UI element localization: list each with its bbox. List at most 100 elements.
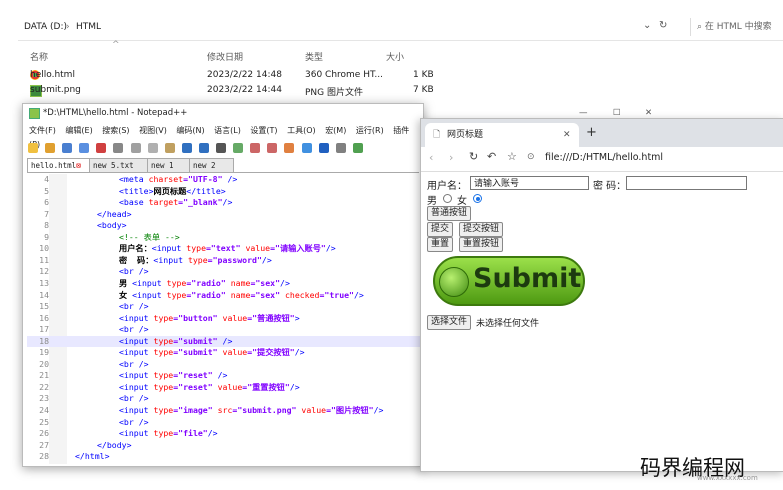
column-date[interactable]: 修改日期 bbox=[207, 50, 243, 63]
search-input[interactable]: ⌕ 在 HTML 中搜索 bbox=[690, 18, 783, 36]
search-placeholder: 在 HTML 中搜索 bbox=[704, 22, 772, 32]
column-size[interactable]: 大小 bbox=[386, 50, 404, 63]
show-all-icon[interactable] bbox=[335, 143, 346, 153]
code-text: 男 <input type="radio" name="sex"/> bbox=[119, 278, 290, 290]
reset-button[interactable]: 重置 bbox=[427, 237, 454, 252]
back-icon[interactable]: ‹ bbox=[429, 151, 433, 164]
menu-file[interactable]: 文件(F) bbox=[29, 126, 56, 135]
forward-icon[interactable]: › bbox=[449, 151, 453, 164]
normal-button[interactable]: 普通按钮 bbox=[427, 206, 472, 221]
menu-edit[interactable]: 编辑(E) bbox=[65, 126, 92, 135]
code-line[interactable]: 11 密 码：<input type="password"/> bbox=[27, 255, 421, 267]
breadcrumb-drive[interactable]: DATA (D:) bbox=[24, 22, 67, 32]
undo-close-icon[interactable]: ↶ bbox=[487, 150, 496, 163]
code-line[interactable]: 27 </body> bbox=[27, 440, 421, 452]
choose-file-button[interactable]: 选择文件 bbox=[427, 315, 472, 330]
username-input[interactable]: 请输入账号 bbox=[470, 176, 589, 190]
code-line[interactable]: 5 <title>网页标题</title> bbox=[27, 186, 421, 198]
code-line[interactable]: 14 女 <input type="radio" name="sex" check… bbox=[27, 290, 421, 302]
reset-button-2[interactable]: 重置按钮 bbox=[459, 237, 504, 252]
zoom-out-icon[interactable] bbox=[267, 143, 278, 153]
find-icon[interactable] bbox=[216, 143, 227, 153]
menu-settings[interactable]: 设置(T) bbox=[250, 126, 277, 135]
cut-icon[interactable] bbox=[130, 143, 141, 153]
line-number: 12 bbox=[39, 266, 49, 277]
word-wrap-icon[interactable] bbox=[301, 143, 312, 153]
code-line[interactable]: 24 <input type="image" src="submit.png" v… bbox=[27, 405, 421, 417]
code-line[interactable]: 17 <br /> bbox=[27, 324, 421, 336]
code-line[interactable]: 28 </html> bbox=[27, 451, 421, 463]
code-line[interactable]: 8 <body> bbox=[27, 220, 421, 232]
copy-icon[interactable] bbox=[147, 143, 158, 153]
code-line[interactable]: 15 <br /> bbox=[27, 301, 421, 313]
url-text[interactable]: file:///D:/HTML/hello.html bbox=[545, 152, 663, 163]
code-line[interactable]: 4 <meta charset="UTF-8" /> bbox=[27, 174, 421, 186]
save-all-icon[interactable] bbox=[79, 143, 90, 153]
tab-new5[interactable]: new 5.txt bbox=[89, 158, 150, 172]
site-info-icon[interactable]: ⊙ bbox=[527, 152, 535, 162]
column-type[interactable]: 类型 bbox=[305, 50, 323, 63]
tab-new2[interactable]: new 2 bbox=[189, 158, 234, 172]
submit-button[interactable]: 提交 bbox=[427, 222, 454, 237]
code-text: </body> bbox=[97, 440, 132, 452]
image-submit-button[interactable]: Submit bbox=[433, 256, 585, 306]
menu-encoding[interactable]: 编码(N) bbox=[176, 126, 204, 135]
close-tab-icon[interactable]: ⊠ bbox=[76, 161, 81, 170]
zoom-in-icon[interactable] bbox=[250, 143, 261, 153]
code-line[interactable]: 26 <input type="file"/> bbox=[27, 428, 421, 440]
menu-run[interactable]: 运行(R) bbox=[356, 126, 384, 135]
undo-icon[interactable] bbox=[181, 143, 192, 153]
code-line[interactable]: 7 </head> bbox=[27, 209, 421, 221]
code-line[interactable]: 19 <input type="submit" value="提交按钮"/> bbox=[27, 347, 421, 359]
file-row[interactable]: hello.html 2023/2/22 14:48 360 Chrome HT… bbox=[18, 70, 448, 84]
code-editor[interactable]: 4 <meta charset="UTF-8" /> 5 <title>网页标题</t… bbox=[27, 174, 421, 464]
open-file-icon[interactable] bbox=[45, 143, 56, 153]
code-line[interactable]: 13 男 <input type="radio" name="sex"/> bbox=[27, 278, 421, 290]
male-radio[interactable] bbox=[443, 194, 452, 203]
paste-icon[interactable] bbox=[164, 143, 175, 153]
breadcrumb-folder[interactable]: HTML bbox=[76, 22, 101, 32]
tab-hello-html[interactable]: hello.html⊠ bbox=[27, 158, 92, 172]
password-input[interactable] bbox=[626, 176, 747, 190]
code-line[interactable]: 18 <input type="submit" /> bbox=[27, 335, 421, 348]
code-line[interactable]: 10 用户名：<input type="text" value="请输入账号"/> bbox=[27, 243, 421, 255]
menu-view[interactable]: 视图(V) bbox=[139, 126, 167, 135]
tab-new1[interactable]: new 1 bbox=[147, 158, 192, 172]
code-token: <br /> bbox=[119, 324, 149, 335]
close-tab-icon[interactable]: ✕ bbox=[563, 123, 571, 147]
menu-search[interactable]: 搜索(S) bbox=[102, 126, 129, 135]
replace-icon[interactable] bbox=[233, 143, 244, 153]
code-line[interactable]: 21 <input type="reset" /> bbox=[27, 370, 421, 382]
browser-tab[interactable]: 🗋 网页标题 ✕ bbox=[425, 123, 579, 147]
print-icon[interactable] bbox=[113, 143, 124, 153]
macro-record-icon[interactable] bbox=[352, 143, 363, 153]
code-line[interactable]: 25 <br /> bbox=[27, 417, 421, 429]
column-name[interactable]: 名称 bbox=[30, 50, 48, 63]
female-radio[interactable] bbox=[473, 194, 482, 203]
code-token: type bbox=[153, 347, 174, 358]
code-line[interactable]: 23 <br /> bbox=[27, 393, 421, 405]
reload-icon[interactable]: ↻ bbox=[469, 150, 478, 163]
new-tab-icon[interactable]: + bbox=[586, 125, 597, 140]
submit-button-2[interactable]: 提交按钮 bbox=[459, 222, 504, 237]
close-file-icon[interactable] bbox=[96, 143, 107, 153]
code-line[interactable]: 16 <input type="button" value="普通按钮"> bbox=[27, 313, 421, 325]
code-line[interactable]: 20 <br /> bbox=[27, 359, 421, 371]
bookmark-star-icon[interactable]: ☆ bbox=[507, 150, 517, 163]
sync-scroll-icon[interactable] bbox=[284, 143, 295, 153]
refresh-icon[interactable]: ↻ bbox=[659, 20, 667, 31]
code-line[interactable]: 12 <br /> bbox=[27, 266, 421, 278]
file-row[interactable]: submit.png 2023/2/22 14:44 PNG 图片文件 7 KB bbox=[18, 85, 448, 99]
new-file-icon[interactable] bbox=[28, 143, 38, 153]
menu-language[interactable]: 语言(L) bbox=[214, 126, 241, 135]
indent-guide-icon[interactable] bbox=[318, 143, 329, 153]
menu-macro[interactable]: 宏(M) bbox=[325, 126, 346, 135]
menu-tools[interactable]: 工具(O) bbox=[287, 126, 316, 135]
save-icon[interactable] bbox=[62, 143, 73, 153]
redo-icon[interactable] bbox=[198, 143, 209, 153]
code-line[interactable]: 22 <input type="reset" value="重置按钮"/> bbox=[27, 382, 421, 394]
address-bar[interactable]: DATA (D:) › HTML ⌄ ↻ ⌕ 在 HTML 中搜索 bbox=[18, 16, 783, 41]
code-line[interactable]: 9 <!-- 表单 --> bbox=[27, 232, 421, 244]
chevron-down-icon[interactable]: ⌄ bbox=[643, 20, 651, 31]
code-line[interactable]: 6 <base target="_blank"/> bbox=[27, 197, 421, 209]
